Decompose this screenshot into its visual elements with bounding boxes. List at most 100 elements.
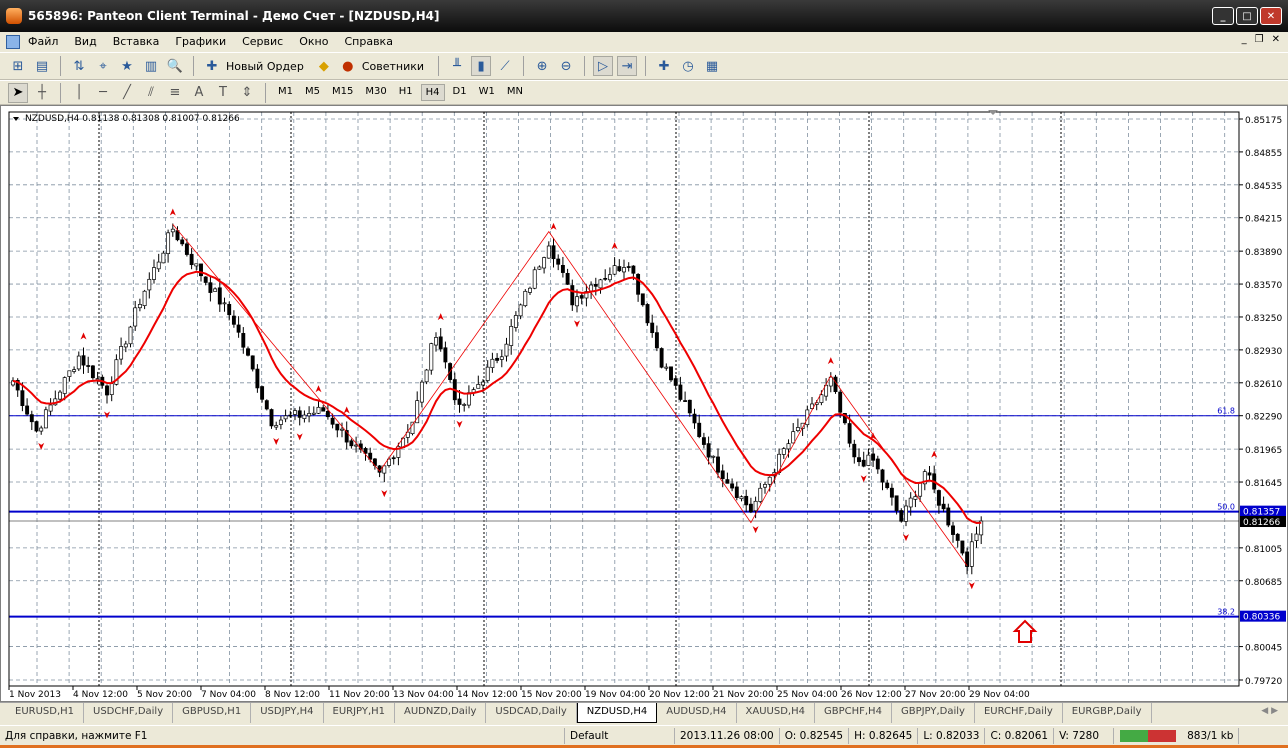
candle-body (795, 427, 800, 431)
trendline-icon[interactable]: ╱ (117, 83, 137, 103)
chart-window-icon[interactable] (6, 34, 20, 49)
chart-window[interactable]: 61.8 50.0 0.81357 38.2 0.80336 0.81266 0.85175… (0, 105, 1288, 702)
timeframe-m15[interactable]: M15 (328, 84, 357, 101)
candle-body (269, 409, 274, 427)
mdi-restore-button[interactable]: ❐ (1255, 34, 1264, 45)
candle-body (607, 274, 612, 281)
candle-body (321, 407, 326, 412)
new-chart-icon[interactable]: ⊞ (8, 56, 28, 76)
bar-chart-icon[interactable]: ╨ (447, 56, 467, 76)
chart-tab[interactable]: USDCHF,Daily (84, 703, 174, 723)
zoom-out-icon[interactable]: ⊖ (556, 56, 576, 76)
chart-tab[interactable]: AUDUSD,H4 (657, 703, 737, 723)
candle-body (880, 469, 885, 483)
chart-tab[interactable]: EURCHF,Daily (975, 703, 1063, 723)
expert-advisors-icon[interactable]: ● (338, 56, 358, 76)
menu-item-5[interactable]: Окно (291, 35, 336, 48)
new-order-button[interactable]: Новый Ордер (226, 60, 304, 73)
mdi-close-button[interactable]: ✕ (1272, 34, 1280, 45)
profiles-icon[interactable]: ▤ (32, 56, 52, 76)
candle-body (81, 355, 86, 366)
chart-tab[interactable]: USDCAD,Daily (486, 703, 577, 723)
price-tick-label: 0.79720 (1245, 677, 1282, 687)
expert-advisors-button[interactable]: Советники (362, 60, 424, 73)
candle-body (156, 261, 161, 270)
date-tick-label: 20 Nov 12:00 (649, 690, 710, 700)
candle-body (960, 540, 965, 554)
zoom-in-icon[interactable]: ⊕ (532, 56, 552, 76)
text-icon[interactable]: A (189, 83, 209, 103)
text-label-icon[interactable]: T (213, 83, 233, 103)
mdi-minimize-button[interactable]: _ (1242, 34, 1247, 45)
data-window-icon[interactable]: ⌖ (93, 56, 113, 76)
vertical-line-icon[interactable]: │ (69, 83, 89, 103)
chart-tab[interactable]: EURGBP,Daily (1063, 703, 1152, 723)
auto-scroll-icon[interactable]: ▷ (593, 56, 614, 76)
timeframe-w1[interactable]: W1 (475, 84, 499, 101)
chart-tab[interactable]: AUDNZD,Daily (395, 703, 487, 723)
timeframe-h1[interactable]: H1 (395, 84, 417, 101)
equidistant-channel-icon[interactable]: ⫽ (141, 83, 161, 103)
close-button[interactable]: ✕ (1260, 7, 1282, 25)
chart-shift-icon[interactable]: ⇥ (617, 56, 638, 76)
candle-body (231, 315, 236, 325)
new-order-icon[interactable]: ✚ (202, 56, 222, 76)
price-chart[interactable]: 61.850.00.8135738.20.803360.812660.85175… (1, 106, 1288, 703)
timeframe-mn[interactable]: MN (503, 84, 527, 101)
maximize-button[interactable]: □ (1236, 7, 1258, 25)
timeframe-m5[interactable]: M5 (301, 84, 324, 101)
crosshair-icon[interactable]: ┼ (32, 83, 52, 103)
candle-body (438, 336, 443, 350)
chart-tab[interactable]: XAUUSD,H4 (737, 703, 815, 723)
terminal-icon[interactable]: ▥ (141, 56, 161, 76)
market-watch-icon[interactable]: ⇅ (69, 56, 89, 76)
candle-body (640, 293, 645, 306)
menu-item-2[interactable]: Вставка (105, 35, 168, 48)
price-tick-label: 0.80045 (1245, 644, 1282, 654)
chart-tab[interactable]: USDJPY,H4 (251, 703, 324, 723)
menu-item-4[interactable]: Сервис (234, 35, 291, 48)
navigator-icon[interactable]: ★ (117, 56, 137, 76)
chart-tab[interactable]: NZDUSD,H4 (576, 703, 658, 723)
periods-icon[interactable]: ◷ (678, 56, 698, 76)
fractal-up-icon (80, 332, 87, 340)
candle-body (537, 266, 542, 270)
chart-tab[interactable]: GBPCHF,H4 (815, 703, 892, 723)
alert-icon[interactable]: ◆ (314, 56, 334, 76)
timeframe-h4[interactable]: H4 (420, 84, 445, 101)
timeframe-d1[interactable]: D1 (449, 84, 471, 101)
candle-body (791, 431, 796, 444)
chart-tab[interactable]: GBPUSD,H1 (173, 703, 252, 723)
fibonacci-icon[interactable]: ≡ (165, 83, 185, 103)
chart-tab[interactable]: EURJPY,H1 (324, 703, 396, 723)
cursor-icon[interactable]: ➤ (8, 82, 28, 103)
candle-body (382, 465, 387, 474)
date-tick-label: 7 Nov 04:00 (201, 690, 256, 700)
timeframe-m30[interactable]: M30 (361, 84, 390, 101)
menu-item-3[interactable]: Графики (167, 35, 234, 48)
status-bar: Для справки, нажмите F1 Default 2013.11.… (0, 725, 1288, 745)
status-open: O: 0.82545 (780, 727, 850, 744)
candle-body (133, 307, 138, 327)
tab-scroll-right-icon[interactable]: ▶ (1271, 706, 1278, 716)
minimize-button[interactable]: _ (1212, 7, 1234, 25)
candlestick-chart-icon[interactable]: ▮ (471, 56, 492, 76)
chart-tab[interactable]: GBPJPY,Daily (892, 703, 975, 723)
indicators-icon[interactable]: ✚ (654, 56, 674, 76)
tester-icon[interactable]: 🔍 (165, 56, 185, 76)
candle-body (222, 302, 227, 305)
date-tick-label: 8 Nov 12:00 (265, 690, 320, 700)
line-chart-icon[interactable]: ⟋ (495, 56, 515, 76)
tab-scroll-left-icon[interactable]: ◀ (1261, 706, 1268, 716)
chart-tab[interactable]: EURUSD,H1 (6, 703, 85, 723)
candle-body (48, 404, 53, 412)
menu-item-6[interactable]: Справка (336, 35, 400, 48)
menu-item-0[interactable]: Файл (20, 35, 66, 48)
menu-item-1[interactable]: Вид (66, 35, 104, 48)
arrows-icon[interactable]: ⇕ (237, 83, 257, 103)
templates-icon[interactable]: ▦ (702, 56, 722, 76)
candle-body (62, 377, 67, 394)
timeframe-m1[interactable]: M1 (274, 84, 297, 101)
candle-body (278, 419, 283, 425)
horizontal-line-icon[interactable]: ─ (93, 83, 113, 103)
